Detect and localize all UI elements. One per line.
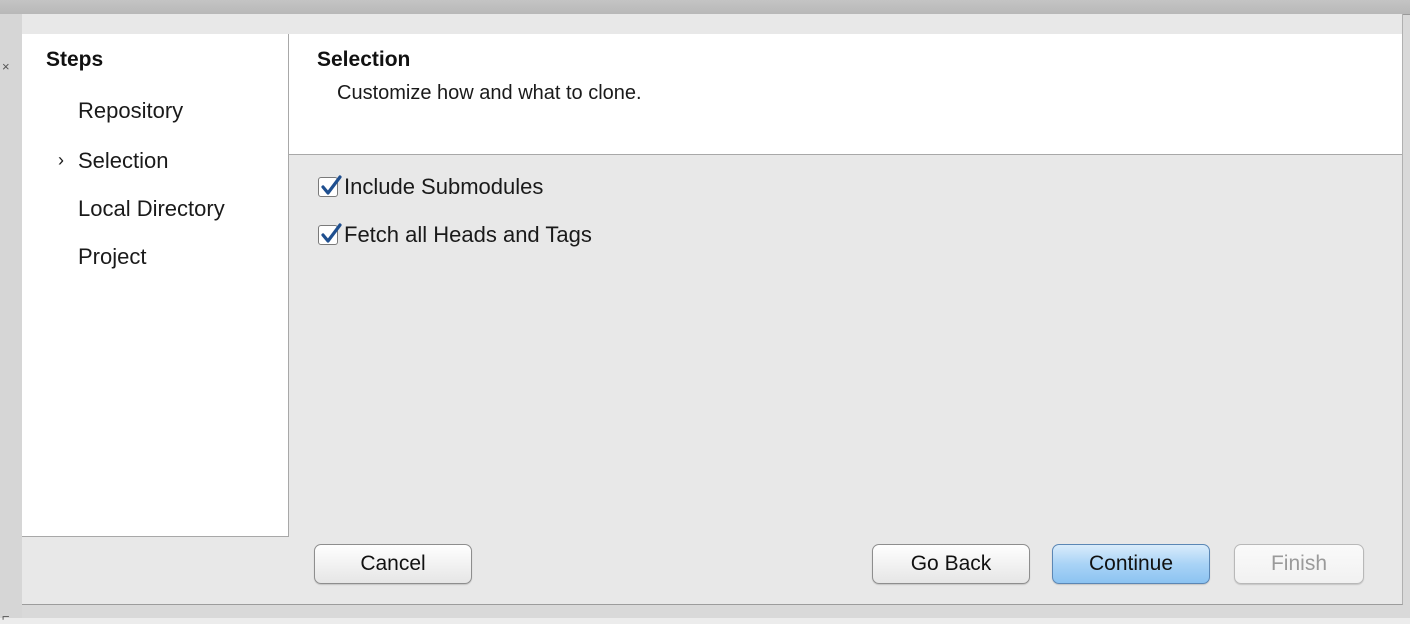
steps-heading: Steps: [46, 48, 104, 71]
page-title: Selection: [317, 48, 411, 71]
step-repository: Repository: [78, 98, 184, 123]
page-description: Customize how and what to clone.: [337, 82, 642, 104]
continue-button[interactable]: Continue: [1052, 544, 1210, 584]
step-project: Project: [78, 244, 147, 269]
include-submodules-option[interactable]: Include Submodules: [318, 173, 543, 201]
include-submodules-checkbox[interactable]: [318, 175, 342, 197]
steps-panel: Steps Repository › Selection Local Direc…: [22, 34, 289, 537]
clone-wizard-dialog: Steps Repository › Selection Local Direc…: [22, 14, 1403, 605]
go-back-button[interactable]: Go Back: [872, 544, 1030, 584]
fetch-heads-tags-option[interactable]: Fetch all Heads and Tags: [318, 221, 592, 249]
background-window-edge: × ⌐: [0, 14, 22, 623]
window-frame: × ⌐ Steps Repository › Selection Local D…: [0, 0, 1410, 623]
page-header: Selection Customize how and what to clon…: [289, 34, 1402, 155]
close-icon: ×: [2, 59, 10, 74]
cancel-button[interactable]: Cancel: [314, 544, 472, 584]
checkmark-icon: [321, 223, 342, 243]
step-local-directory: Local Directory: [78, 196, 225, 221]
corner-mark-icon: ⌐: [2, 609, 10, 624]
step-selection: Selection: [78, 148, 169, 173]
checkmark-icon: [321, 175, 342, 195]
fetch-heads-tags-label[interactable]: Fetch all Heads and Tags: [344, 222, 592, 248]
background-window-strip: [0, 0, 1410, 15]
finish-button[interactable]: Finish: [1234, 544, 1364, 584]
include-submodules-label[interactable]: Include Submodules: [344, 174, 543, 200]
fetch-heads-tags-checkbox[interactable]: [318, 223, 342, 245]
current-step-chevron-icon: ›: [58, 150, 64, 170]
